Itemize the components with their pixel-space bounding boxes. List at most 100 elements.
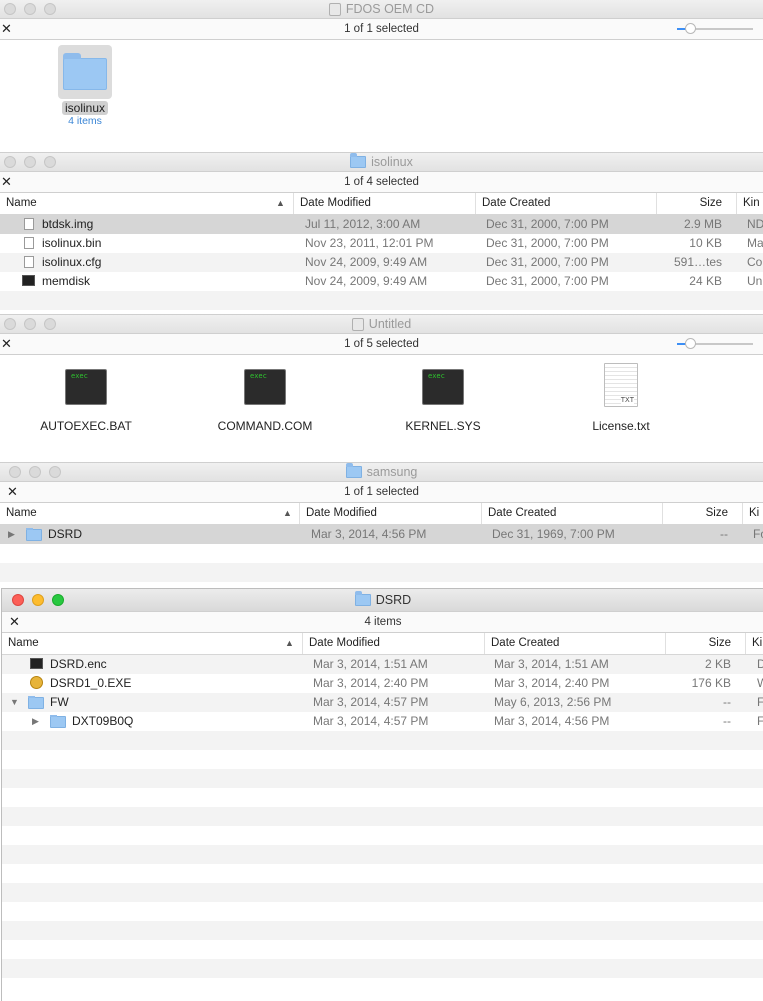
- titlebar[interactable]: FDOS OEM CD: [0, 0, 763, 19]
- file-kind: Fo: [753, 527, 763, 541]
- column-header-size[interactable]: Size: [665, 633, 745, 654]
- folder-icon: [345, 463, 362, 478]
- column-header-kind[interactable]: Ki: [742, 503, 763, 524]
- icon-item-license[interactable]: TXT License.txt: [571, 363, 671, 433]
- folder-item-isolinux[interactable]: isolinux 4 items: [52, 45, 118, 127]
- table-row[interactable]: isolinux.cfg Nov 24, 2009, 9:49 AM Dec 3…: [0, 253, 763, 272]
- date-modified: Mar 3, 2014, 4:57 PM: [313, 695, 429, 709]
- folder-icon: [354, 591, 371, 606]
- titlebar[interactable]: Untitled: [0, 315, 763, 334]
- column-header-kind[interactable]: Kin: [736, 193, 763, 214]
- table-row[interactable]: ▶ DXT09B0Q Mar 3, 2014, 4:57 PM Mar 3, 2…: [2, 712, 763, 731]
- document-icon: [24, 237, 34, 249]
- disk-icon: [351, 317, 364, 331]
- minimize-button[interactable]: [29, 466, 41, 478]
- window-dsrd: DSRD ✕ 4 items Name ▲ Date Modified Date…: [1, 588, 763, 1001]
- minimize-button[interactable]: [32, 594, 44, 606]
- date-created: Mar 3, 2014, 2:40 PM: [494, 676, 610, 690]
- icon-size-slider[interactable]: [677, 23, 753, 34]
- column-header-name[interactable]: Name: [0, 503, 299, 524]
- executable-icon: [22, 275, 35, 286]
- file-kind: Un: [747, 274, 763, 288]
- table-row[interactable]: ▶ DSRD Mar 3, 2014, 4:56 PM Dec 31, 1969…: [0, 525, 763, 544]
- zoom-button[interactable]: [44, 156, 56, 168]
- minimize-button[interactable]: [24, 3, 36, 15]
- status-bar: ✕ 1 of 1 selected: [0, 19, 763, 40]
- close-button[interactable]: [4, 3, 16, 15]
- column-header-name[interactable]: Name: [2, 633, 302, 654]
- date-modified: Nov 23, 2011, 12:01 PM: [305, 236, 434, 250]
- titlebar[interactable]: samsung: [0, 463, 763, 482]
- column-header-modified[interactable]: Date Modified: [299, 503, 481, 524]
- column-header-created[interactable]: Date Created: [481, 503, 662, 524]
- table-row[interactable]: DSRD.enc Mar 3, 2014, 1:51 AM Mar 3, 201…: [2, 655, 763, 674]
- window-isolinux: isolinux ✕ 1 of 4 selected Name ▲ Date M…: [0, 152, 763, 313]
- slider-knob[interactable]: [685, 23, 696, 34]
- table-row[interactable]: ▼ FW Mar 3, 2014, 4:57 PM May 6, 2013, 2…: [2, 693, 763, 712]
- column-header-size[interactable]: Size: [662, 503, 742, 524]
- date-modified: Mar 3, 2014, 1:51 AM: [313, 657, 428, 671]
- sort-ascending-icon: ▲: [285, 638, 294, 648]
- column-header-name[interactable]: Name: [0, 193, 293, 214]
- icon-item-kernel[interactable]: exec KERNEL.SYS: [393, 369, 493, 433]
- disclosure-triangle-icon[interactable]: ▶: [8, 525, 15, 544]
- close-button[interactable]: [4, 156, 16, 168]
- file-size: 2.9 MB: [683, 217, 722, 231]
- traffic-lights: [4, 156, 56, 168]
- disclosure-triangle-open-icon[interactable]: ▼: [10, 693, 19, 712]
- tools-icon[interactable]: ✕: [9, 612, 20, 632]
- minimize-button[interactable]: [24, 318, 36, 330]
- file-size: 24 KB: [689, 274, 722, 288]
- column-header-modified[interactable]: Date Modified: [293, 193, 475, 214]
- zoom-button[interactable]: [52, 594, 64, 606]
- table-row[interactable]: DSRD1_0.EXE Mar 3, 2014, 2:40 PM Mar 3, …: [2, 674, 763, 693]
- status-bar: ✕ 1 of 1 selected: [0, 482, 763, 503]
- disk-icon: [328, 2, 341, 16]
- zoom-button[interactable]: [44, 3, 56, 15]
- date-modified: Jul 11, 2012, 3:00 AM: [305, 217, 421, 231]
- minimize-button[interactable]: [24, 156, 36, 168]
- file-name: isolinux.cfg: [42, 255, 102, 269]
- icon-label: AUTOEXEC.BAT: [40, 419, 132, 433]
- zoom-button[interactable]: [44, 318, 56, 330]
- date-created: Dec 31, 2000, 7:00 PM: [486, 236, 609, 250]
- list-header: Name ▲ Date Modified Date Created Size K…: [0, 193, 763, 215]
- table-row[interactable]: btdsk.img Jul 11, 2012, 3:00 AM Dec 31, …: [0, 215, 763, 234]
- column-header-modified[interactable]: Date Modified: [302, 633, 484, 654]
- status-bar: ✕ 4 items: [2, 612, 763, 633]
- file-kind: Ma: [747, 236, 763, 250]
- date-created: Dec 31, 2000, 7:00 PM: [486, 255, 609, 269]
- table-row[interactable]: isolinux.bin Nov 23, 2011, 12:01 PM Dec …: [0, 234, 763, 253]
- disclosure-triangle-icon[interactable]: ▶: [32, 712, 39, 731]
- date-created: Mar 3, 2014, 4:56 PM: [494, 714, 610, 728]
- column-header-created[interactable]: Date Created: [484, 633, 665, 654]
- document-icon: [24, 256, 34, 268]
- icon-item-autoexec[interactable]: exec AUTOEXEC.BAT: [36, 369, 136, 433]
- tools-icon[interactable]: ✕: [1, 172, 12, 192]
- file-size: 591…tes: [673, 255, 722, 269]
- folder-icon: [28, 696, 44, 709]
- close-button[interactable]: [4, 318, 16, 330]
- tools-icon[interactable]: ✕: [1, 334, 12, 354]
- file-name: DSRD1_0.EXE: [50, 676, 132, 690]
- file-size: 176 KB: [691, 676, 731, 690]
- column-header-created[interactable]: Date Created: [475, 193, 656, 214]
- slider-knob[interactable]: [685, 338, 696, 349]
- zoom-button[interactable]: [49, 466, 61, 478]
- table-row[interactable]: memdisk Nov 24, 2009, 9:49 AM Dec 31, 20…: [0, 272, 763, 291]
- titlebar[interactable]: DSRD: [2, 589, 763, 612]
- file-kind: Fo: [757, 712, 763, 731]
- titlebar[interactable]: isolinux: [0, 153, 763, 172]
- icon-size-slider[interactable]: [677, 338, 753, 349]
- selection-status: 1 of 4 selected: [344, 176, 419, 188]
- tools-icon[interactable]: ✕: [1, 19, 12, 39]
- close-button[interactable]: [9, 466, 21, 478]
- window-title: samsung: [366, 465, 418, 479]
- close-button[interactable]: [12, 594, 24, 606]
- column-header-size[interactable]: Size: [656, 193, 736, 214]
- column-header-kind[interactable]: Ki: [745, 633, 763, 654]
- sort-ascending-icon: ▲: [283, 508, 292, 518]
- tools-icon[interactable]: ✕: [7, 482, 18, 502]
- file-name: DXT09B0Q: [72, 714, 134, 728]
- icon-item-command[interactable]: exec COMMAND.COM: [210, 369, 320, 433]
